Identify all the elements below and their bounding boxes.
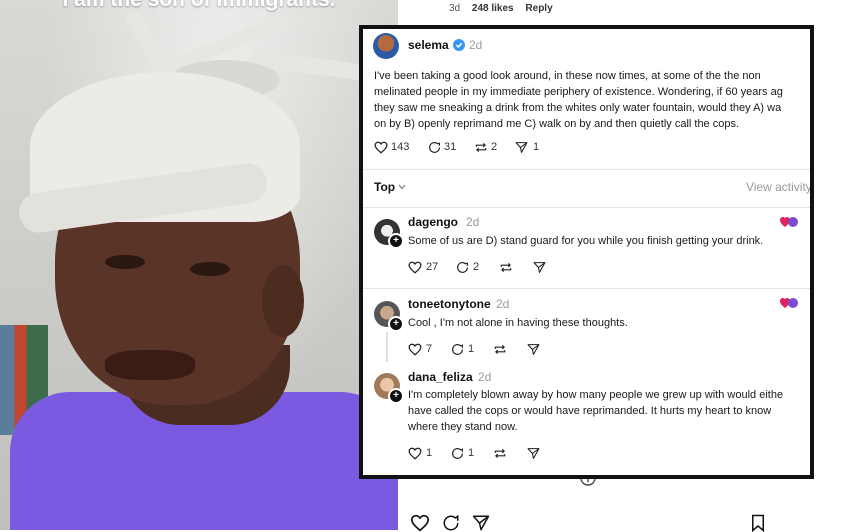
- verified-badge-icon: [453, 39, 465, 51]
- repost-icon[interactable]: [474, 141, 488, 154]
- divider: [363, 288, 810, 289]
- repost-icon[interactable]: [493, 343, 507, 356]
- reply-like-count: 7: [426, 343, 433, 355]
- post-like-count: 143: [391, 141, 410, 153]
- post-share-count: 1: [533, 141, 540, 153]
- share-icon[interactable]: [527, 447, 540, 460]
- divider: [363, 207, 810, 208]
- reply-text-line: Cool , I'm not alone in having these tho…: [408, 317, 628, 329]
- reply-like-count: 1: [426, 447, 433, 459]
- person-eye-right: [190, 262, 230, 276]
- comment-icon[interactable]: [451, 447, 464, 460]
- reply-text-line: where they stand now.: [408, 421, 518, 433]
- reply-comment-count: 2: [473, 261, 480, 273]
- video-caption: I am the son of immigrants.: [0, 0, 398, 12]
- share-icon[interactable]: [527, 343, 540, 356]
- comment-icon[interactable]: [428, 141, 441, 154]
- reply-time: 2d: [478, 370, 492, 384]
- share-icon[interactable]: [533, 261, 546, 274]
- post-text-line: they saw me sneaking a drink from the wh…: [374, 102, 782, 114]
- view-activity-link[interactable]: View activity: [746, 180, 810, 194]
- post-text-line: on by B) openly reprimand me C) walk on …: [374, 118, 740, 130]
- heart-icon[interactable]: [408, 447, 422, 460]
- comment-icon[interactable]: [456, 261, 469, 274]
- person-ear: [262, 265, 304, 337]
- bookmark-icon[interactable]: [750, 514, 766, 532]
- person-mouth: [105, 350, 195, 380]
- divider: [363, 169, 810, 170]
- reply-username[interactable]: dana_feliza: [408, 370, 473, 384]
- chevron-down-icon[interactable]: [398, 184, 406, 190]
- post-comment-count: 31: [444, 141, 457, 153]
- post-username[interactable]: selema: [408, 38, 449, 52]
- reply-time: 2d: [466, 215, 480, 229]
- sort-dropdown[interactable]: Top: [374, 180, 395, 194]
- repost-icon[interactable]: [493, 447, 507, 460]
- video-frame[interactable]: I am the son of immigrants.: [0, 0, 398, 530]
- comment-icon[interactable]: [442, 514, 460, 532]
- thread-connector: [386, 332, 388, 362]
- reply-link[interactable]: Reply: [525, 3, 552, 14]
- post-age: 3d: [449, 3, 461, 14]
- reply-text-line: have called the cops or would have repri…: [408, 405, 772, 417]
- follow-plus-icon[interactable]: +: [388, 316, 404, 332]
- likes-count[interactable]: 248 likes: [472, 3, 514, 14]
- reply-username[interactable]: toneetonytone: [408, 297, 491, 311]
- post-repost-count: 2: [491, 141, 498, 153]
- share-icon[interactable]: [515, 141, 528, 154]
- author-liked-icon: [780, 217, 798, 227]
- heart-icon[interactable]: [408, 261, 422, 274]
- reply-time: 2d: [496, 297, 510, 311]
- post-meta-row: 3d 248 likes Reply: [449, 3, 562, 14]
- post-time: 2d: [469, 38, 483, 52]
- share-icon[interactable]: [472, 514, 490, 532]
- thread-card: selema 2d I've been taking a good look a…: [359, 25, 814, 479]
- post-avatar[interactable]: [373, 33, 399, 59]
- follow-plus-icon[interactable]: +: [388, 388, 404, 404]
- reply-comment-count: 1: [468, 343, 475, 355]
- comment-icon[interactable]: [451, 343, 464, 356]
- heart-icon[interactable]: [410, 514, 430, 532]
- person-eye-left: [105, 255, 145, 269]
- reply-text-line: Some of us are D) stand guard for you wh…: [408, 235, 764, 247]
- reply-text-line: I'm completely blown away by how many pe…: [408, 389, 784, 401]
- heart-icon[interactable]: [408, 343, 422, 356]
- follow-plus-icon[interactable]: +: [388, 233, 404, 249]
- reply-username[interactable]: dagengo: [408, 215, 458, 229]
- author-liked-icon: [780, 298, 798, 308]
- reply-like-count: 27: [426, 261, 439, 273]
- repost-icon[interactable]: [499, 261, 513, 274]
- post-text-line: melinated people in my immediate periphe…: [374, 86, 783, 98]
- post-text-line: I've been taking a good look around, in …: [374, 70, 761, 82]
- heart-icon[interactable]: [374, 141, 388, 154]
- reply-comment-count: 1: [468, 447, 475, 459]
